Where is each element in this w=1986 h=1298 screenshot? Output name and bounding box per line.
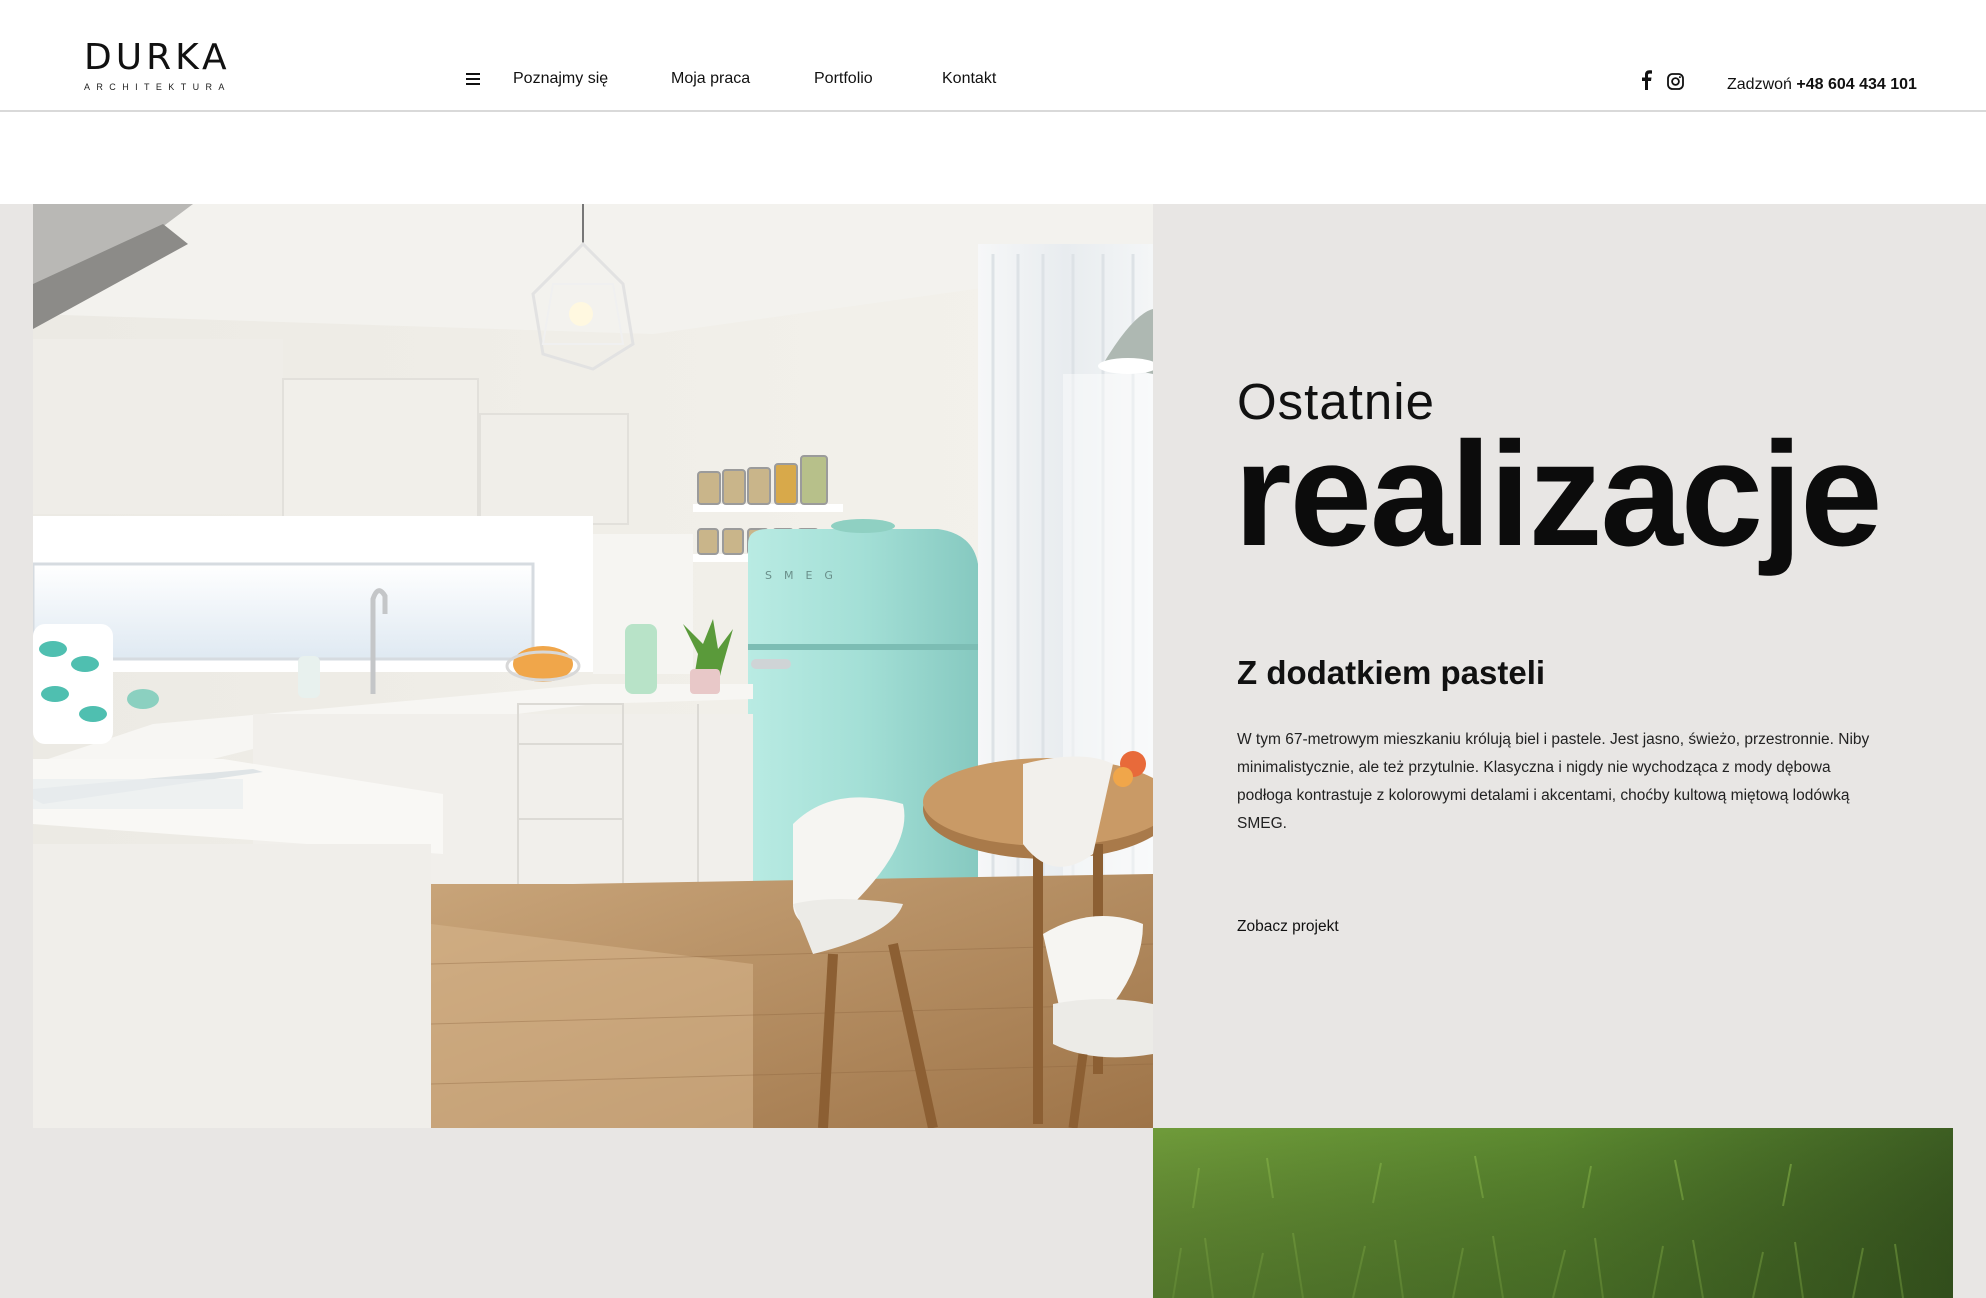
logo-wordmark: DURKA — [84, 37, 231, 78]
nav-item-kontakt[interactable]: Kontakt — [942, 70, 996, 88]
project-description: W tym 67-metrowym mieszkaniu królują bie… — [1237, 731, 1870, 832]
phone-number: +48 604 434 101 — [1796, 76, 1917, 93]
instagram-icon[interactable] — [1667, 73, 1684, 90]
phone-contact[interactable]: Zadzwoń +48 604 434 101 — [1727, 76, 1917, 94]
nav-item-poznajmy-sie[interactable]: Poznajmy się — [513, 70, 608, 88]
svg-text:SMEG: SMEG — [765, 569, 845, 582]
logo[interactable]: DURKA ARCHITEKTURA — [84, 37, 231, 93]
nav-item-portfolio[interactable]: Portfolio — [814, 70, 873, 88]
logo-subtitle: ARCHITEKTURA — [84, 82, 231, 92]
project-image-grass[interactable] — [1153, 1128, 1953, 1298]
project-title[interactable]: Z dodatkiem pasteli — [1237, 654, 1545, 692]
facebook-icon[interactable] — [1640, 70, 1652, 90]
nav-item-moja-praca[interactable]: Moja praca — [671, 70, 750, 88]
hamburger-icon[interactable] — [466, 73, 480, 85]
site-header: DURKA ARCHITEKTURA Poznajmy się Moja pra… — [0, 0, 1986, 112]
section-headline: realizacje — [1234, 412, 1883, 577]
phone-prefix: Zadzwoń — [1727, 76, 1792, 93]
project-image-kitchen[interactable]: SMEG — [33, 204, 1153, 1128]
spacer — [0, 112, 1986, 204]
view-project-link[interactable]: Zobacz projekt — [1237, 918, 1339, 936]
